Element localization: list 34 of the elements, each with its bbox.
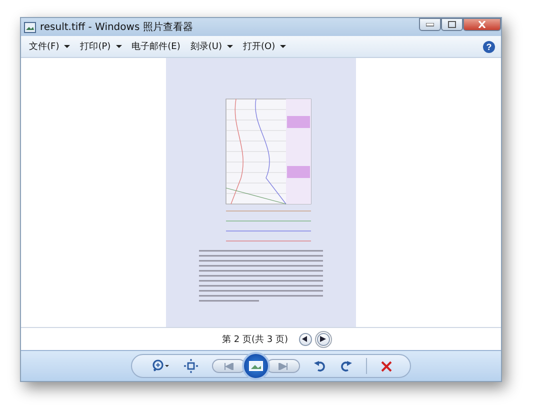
menu-item[interactable]: 文件(F) xyxy=(27,40,72,53)
slideshow-button[interactable] xyxy=(242,352,270,380)
fit-window-icon[interactable] xyxy=(184,359,198,373)
menu-item[interactable]: 电子邮件(E) xyxy=(130,40,182,53)
previous-page-button[interactable] xyxy=(298,332,312,346)
menu-item[interactable]: 打印(P) xyxy=(78,40,124,53)
maximize-icon xyxy=(448,21,456,28)
rotate-left-icon[interactable] xyxy=(314,360,326,372)
layer-band xyxy=(287,166,310,178)
skip-forward-icon xyxy=(278,362,288,370)
minimize-icon xyxy=(426,22,434,26)
picture-icon xyxy=(24,22,36,32)
zoom-icon[interactable] xyxy=(150,359,170,373)
menu-item[interactable]: 打开(O) xyxy=(241,40,288,53)
delete-icon[interactable] xyxy=(381,360,392,372)
caret-icon xyxy=(280,44,286,48)
close-icon xyxy=(478,21,486,28)
right-triangle-icon xyxy=(320,336,326,342)
caret-icon xyxy=(227,44,233,48)
next-page-button[interactable] xyxy=(316,332,330,346)
window-title: result.tiff - Windows 照片查看器 xyxy=(40,20,193,34)
maximize-button[interactable] xyxy=(441,18,463,31)
skip-back-icon xyxy=(224,362,234,370)
layer-band xyxy=(287,116,310,128)
help-button[interactable]: ? xyxy=(483,40,495,52)
caret-icon xyxy=(64,44,70,48)
close-button[interactable] xyxy=(463,18,501,31)
rotate-right-icon[interactable] xyxy=(340,360,352,372)
menu-item[interactable]: 刻录(U) xyxy=(188,40,235,53)
page-indicator: 第 2 页(共 3 页) xyxy=(222,334,288,346)
minimize-button[interactable] xyxy=(419,18,441,31)
picture-icon xyxy=(249,361,263,371)
caret-icon xyxy=(116,44,122,48)
left-triangle-icon xyxy=(302,336,308,342)
